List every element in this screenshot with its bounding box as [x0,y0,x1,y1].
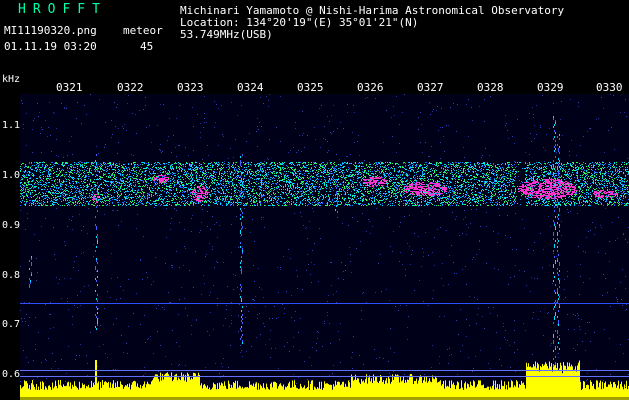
frequency-label: 53.749MHz(USB) [180,28,273,41]
x-tick-label: 0325 [297,81,324,94]
app-logo: HROFFT [18,2,107,17]
meteor-count: 45 [140,40,154,53]
x-tick-label: 0326 [357,81,384,94]
y-unit-label: kHz [2,74,21,85]
spectrogram-plot[interactable] [20,94,629,400]
reference-line [20,376,629,377]
x-tick-label: 0323 [177,81,204,94]
y-tick-label: 0.6 [2,369,21,380]
reference-line [20,370,629,371]
meteor-label: meteor [123,24,163,37]
x-tick-label: 0329 [537,81,564,94]
y-tick-label: 0.9 [2,220,21,231]
x-tick-label: 0321 [56,81,83,94]
spectrogram-canvas [20,94,629,400]
x-tick-label: 0322 [117,81,144,94]
x-tick-label: 0330 [596,81,623,94]
reference-line [20,303,629,304]
y-tick-label: 0.7 [2,319,21,330]
y-tick-label: 1.1 [2,120,21,131]
y-tick-label: 1.0 [2,170,21,181]
x-tick-label: 0328 [477,81,504,94]
x-tick-label: 0324 [237,81,264,94]
filename-label: MI11190320.png [4,24,97,37]
x-tick-label: 0327 [417,81,444,94]
datetime-label: 01.11.19 03:20 [4,40,97,53]
y-tick-label: 0.8 [2,270,21,281]
